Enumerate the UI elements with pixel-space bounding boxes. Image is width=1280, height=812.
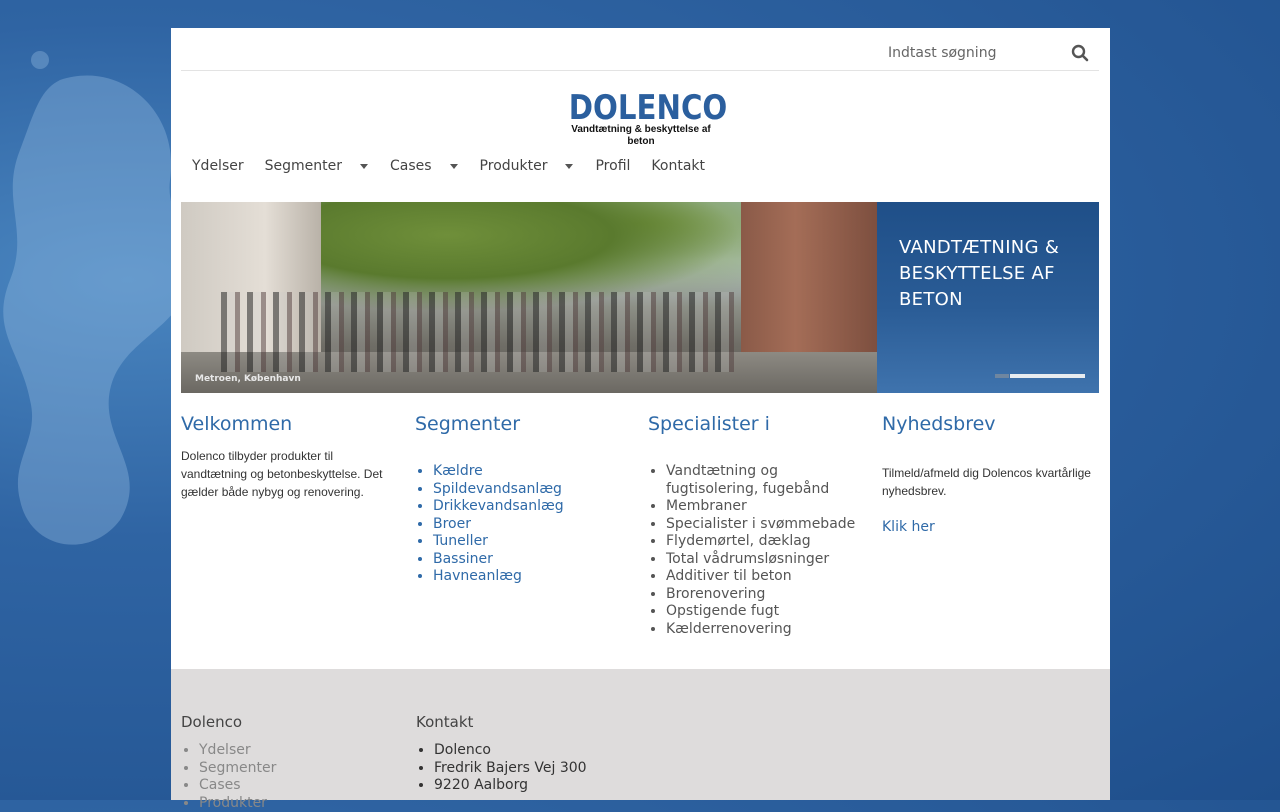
segments-list: Kældre Spildevandsanlæg Drikkevandsanlæg…	[415, 463, 630, 586]
logo-wordmark: DOLENCO	[569, 90, 713, 126]
slider-dot-2-active[interactable]	[1010, 374, 1085, 378]
segment-link[interactable]: Drikkevandsanlæg	[433, 498, 630, 516]
contact-item: 9220 Aalborg	[434, 777, 636, 795]
segment-link[interactable]: Spildevandsanlæg	[433, 481, 630, 499]
slider-pagination	[995, 374, 1085, 378]
nav-item-ydelser[interactable]: Ydelser	[192, 158, 244, 174]
footer-link[interactable]: Produkter	[199, 795, 381, 812]
specialist-item: Vandtætning og fugtisolering, fugebånd	[666, 463, 868, 498]
nav-label: Produkter	[480, 158, 548, 174]
segment-link[interactable]: Havneanlæg	[433, 568, 630, 586]
footer-col-title: Dolenco	[181, 713, 381, 731]
top-bar	[181, 28, 1099, 71]
segment-link[interactable]: Bassiner	[433, 551, 630, 569]
footer-link[interactable]: Ydelser	[199, 742, 381, 760]
search-input[interactable]	[886, 41, 1050, 65]
specialist-item: Kælderrenovering	[666, 621, 868, 639]
specialists-column: Specialister i Vandtætning og fugtisoler…	[648, 412, 868, 638]
caret-down-icon	[450, 164, 458, 169]
nav-item-cases[interactable]: Cases	[390, 158, 458, 174]
hero-banner: VANDTÆTNING & BESKYTTELSE AF BETON	[877, 202, 1099, 393]
hero-slider[interactable]: Metroen, København VANDTÆTNING & BESKYTT…	[181, 202, 1099, 393]
newsletter-title: Nyhedsbrev	[882, 412, 1100, 436]
footer-link[interactable]: Cases	[199, 777, 381, 795]
newsletter-column: Nyhedsbrev Tilmeld/afmeld dig Dolencos k…	[882, 412, 1100, 535]
newsletter-text: Tilmeld/afmeld dig Dolencos kvartårlige …	[882, 464, 1100, 500]
specialist-item: Membraner	[666, 498, 868, 516]
welcome-title: Velkommen	[181, 412, 396, 436]
specialist-item: Brorenovering	[666, 586, 868, 604]
page-container: DOLENCO Vandtætning & beskyttelse af bet…	[171, 28, 1110, 800]
photo-crowd	[221, 292, 741, 372]
segments-column: Segmenter Kældre Spildevandsanlæg Drikke…	[415, 412, 630, 586]
specialist-item: Additiver til beton	[666, 568, 868, 586]
main-nav: Ydelser Segmenter Cases Produkter Profil…	[192, 156, 705, 176]
nav-item-kontakt[interactable]: Kontakt	[651, 158, 705, 174]
segment-link[interactable]: Tuneller	[433, 533, 630, 551]
footer-col-contact: Kontakt Dolenco Fredrik Bajers Vej 300 9…	[416, 713, 636, 795]
contact-item: Fredrik Bajers Vej 300	[434, 760, 636, 778]
specialists-title: Specialister i	[648, 412, 868, 436]
specialist-item: Opstigende fugt	[666, 603, 868, 621]
specialists-list: Vandtætning og fugtisolering, fugebånd M…	[648, 463, 868, 638]
photo-caption: Metroen, København	[195, 374, 301, 384]
welcome-column: Velkommen Dolenco tilbyder produkter til…	[181, 412, 396, 501]
search-icon[interactable]	[1071, 44, 1091, 64]
nav-item-profil[interactable]: Profil	[595, 158, 630, 174]
footer: Dolenco Ydelser Segmenter Cases Produkte…	[171, 669, 1110, 800]
nav-label: Kontakt	[651, 158, 705, 174]
segments-title: Segmenter	[415, 412, 630, 436]
banner-text: VANDTÆTNING & BESKYTTELSE AF BETON	[899, 235, 1089, 313]
hero-photo: Metroen, København	[181, 202, 877, 393]
specialist-item: Flydemørtel, dæklag	[666, 533, 868, 551]
caret-down-icon	[360, 164, 368, 169]
logo[interactable]: DOLENCO Vandtætning & beskyttelse af bet…	[557, 90, 725, 138]
nav-label: Ydelser	[192, 158, 244, 174]
nav-item-produkter[interactable]: Produkter	[480, 158, 574, 174]
segment-link[interactable]: Broer	[433, 516, 630, 534]
footer-col-title: Kontakt	[416, 713, 636, 731]
welcome-text: Dolenco tilbyder produkter til vandtætni…	[181, 447, 396, 501]
nav-item-segmenter[interactable]: Segmenter	[265, 158, 368, 174]
contact-item: Dolenco	[434, 742, 636, 760]
specialist-item: Specialister i svømmebade	[666, 516, 868, 534]
nav-label: Profil	[595, 158, 630, 174]
newsletter-link[interactable]: Klik her	[882, 519, 935, 535]
footer-links: Ydelser Segmenter Cases Produkter	[181, 742, 381, 812]
nav-label: Segmenter	[265, 158, 342, 174]
contact-list: Dolenco Fredrik Bajers Vej 300 9220 Aalb…	[416, 742, 636, 795]
footer-link[interactable]: Segmenter	[199, 760, 381, 778]
nav-label: Cases	[390, 158, 432, 174]
footer-col-dolenco: Dolenco Ydelser Segmenter Cases Produkte…	[181, 713, 381, 812]
slider-dot-1[interactable]	[995, 374, 1009, 378]
specialist-item: Total vådrumsløsninger	[666, 551, 868, 569]
caret-down-icon	[565, 164, 573, 169]
segment-link[interactable]: Kældre	[433, 463, 630, 481]
